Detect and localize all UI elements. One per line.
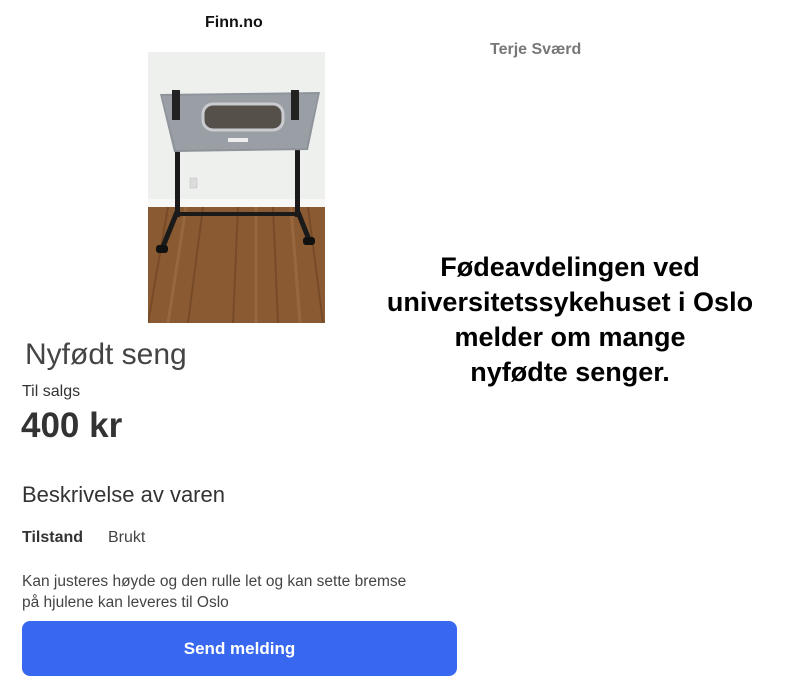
product-photo: [148, 52, 325, 323]
source-label: Finn.no: [205, 14, 263, 31]
price: 400 kr: [21, 406, 123, 445]
headline-line: nyfødte senger.: [470, 357, 670, 387]
description-line: Kan justeres høyde og den rulle let og k…: [22, 573, 407, 590]
send-message-button[interactable]: Send melding: [22, 621, 457, 676]
description-heading: Beskrivelse av varen: [22, 482, 225, 507]
listing-title: Nyfødt seng: [25, 338, 187, 371]
headline-line: Fødeavdelingen ved: [440, 252, 700, 282]
description-text: Kan justeres høyde og den rulle let og k…: [22, 571, 472, 613]
sale-type-label: Til salgs: [22, 383, 81, 400]
headline-caption: Fødeavdelingen ved universitetssykehuset…: [360, 250, 780, 390]
condition-value: Brukt: [108, 529, 146, 546]
headline-line: melder om mange: [454, 322, 686, 352]
headline-line: universitetssykehuset i Oslo: [386, 287, 754, 317]
description-line: på hjulene kan leveres til Oslo: [22, 594, 229, 611]
condition-label: Tilstand: [22, 529, 84, 546]
author-name: Terje Sværd: [490, 41, 582, 58]
